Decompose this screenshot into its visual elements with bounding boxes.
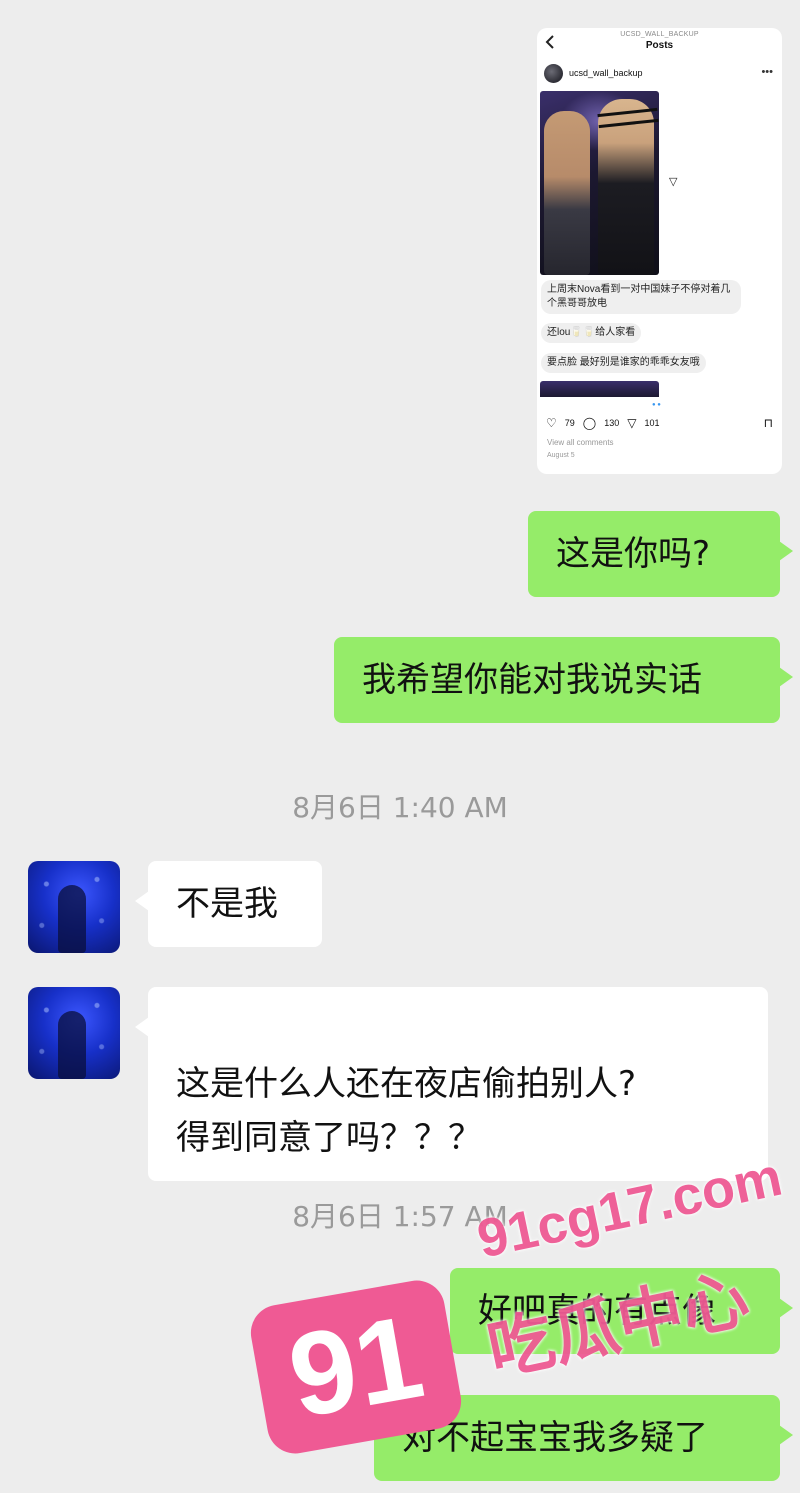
account-header: UCSD_WALL_BACKUP	[620, 31, 699, 38]
contact-avatar[interactable]	[28, 987, 120, 1079]
posts-title: Posts	[645, 40, 674, 51]
comment-2: 还lou🥛🥛给人家看	[541, 323, 642, 343]
next-photo-thumbnail	[540, 381, 659, 397]
send-icon: ▽	[669, 176, 678, 188]
shared-instagram-screenshot[interactable]: UCSD_WALL_BACKUP Posts ucsd_wall_backup …	[537, 28, 782, 474]
comment-icon: ◯	[582, 416, 597, 430]
contact-avatar[interactable]	[28, 861, 120, 953]
carousel-dots: ● ●	[652, 402, 661, 408]
my-message-bubble[interactable]: 我希望你能对我说实话	[334, 637, 793, 723]
post-author-avatar	[544, 64, 563, 83]
message-text: 这是你吗?	[556, 534, 711, 574]
heart-icon: ♡	[546, 416, 557, 430]
message-text: 我希望你能对我说实话	[362, 660, 702, 700]
share-icon: ▽	[627, 416, 637, 430]
comment-1: 上周末Nova看到一对中国妹子不停对着几个黑哥哥放电	[541, 280, 741, 314]
more-icon: •••	[761, 66, 773, 78]
post-username: ucsd_wall_backup	[569, 68, 643, 78]
their-message-bubble[interactable]: 不是我	[135, 861, 322, 947]
post-photo	[540, 91, 659, 275]
like-count: 79	[564, 418, 575, 428]
bookmark-icon: ⊓	[763, 416, 773, 430]
post-date: August 5	[547, 452, 575, 459]
comment-count: 130	[604, 418, 620, 428]
message-text: 不是我	[176, 884, 278, 924]
comment-3: 要点脸 最好别是谁家的乖乖女友哦	[541, 353, 706, 373]
share-count: 101	[644, 418, 660, 428]
message-text: 这是什么人还在夜店偷拍别人? 得到同意了吗？？？	[176, 1064, 637, 1158]
their-message-bubble[interactable]: 这是什么人还在夜店偷拍别人? 得到同意了吗？？？	[135, 987, 768, 1181]
post-actions: ♡ 79 ◯ 130 ▽ 101	[546, 416, 660, 430]
my-message-bubble[interactable]: 这是你吗?	[528, 511, 793, 597]
view-all-comments: View all comments	[547, 438, 614, 447]
chat-timestamp: 8月6日 1:40 AM	[292, 791, 508, 824]
